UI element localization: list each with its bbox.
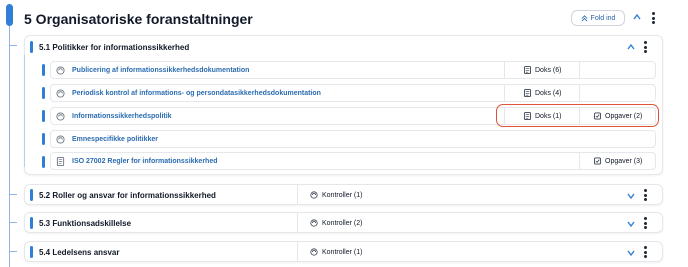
card-bar bbox=[30, 41, 33, 53]
divider bbox=[579, 85, 580, 101]
kontroller-badge[interactable]: Kontroller (1) bbox=[310, 191, 362, 199]
divider bbox=[579, 153, 580, 169]
task-check-icon bbox=[594, 157, 601, 165]
subsection-card-5-2[interactable]: 5.2 Roller og ansvar for informationssik… bbox=[24, 184, 663, 205]
chevron-up-icon[interactable] bbox=[632, 12, 642, 22]
divider bbox=[504, 62, 505, 78]
kontroller-badge[interactable]: Kontroller (1) bbox=[310, 248, 362, 256]
control-icon bbox=[56, 112, 65, 121]
more-menu-icon[interactable] bbox=[643, 41, 647, 53]
row-bar bbox=[42, 64, 45, 76]
control-icon bbox=[56, 135, 65, 144]
tree-tick bbox=[9, 251, 17, 252]
subsection-card-5-4[interactable]: 5.4 Ledelsens ansvar Kontroller (1) bbox=[24, 241, 663, 262]
divider bbox=[297, 242, 298, 261]
more-menu-icon[interactable] bbox=[643, 246, 647, 258]
subsection-title[interactable]: 5.4 Ledelsens ansvar bbox=[39, 248, 120, 257]
doks-label: Doks (4) bbox=[535, 89, 562, 97]
row-link[interactable]: Periodisk kontrol af informations- og pe… bbox=[72, 90, 321, 97]
card-bar bbox=[30, 246, 33, 258]
control-icon bbox=[56, 89, 65, 98]
chevron-down-icon[interactable] bbox=[626, 191, 636, 201]
fold-in-label: Fold ind bbox=[590, 14, 616, 22]
document-icon bbox=[524, 66, 531, 74]
divider bbox=[504, 85, 505, 101]
control-icon bbox=[56, 66, 65, 75]
row-bar bbox=[42, 110, 45, 122]
doks-badge[interactable]: Doks (6) bbox=[524, 66, 561, 74]
opgaver-label: Opgaver (3) bbox=[605, 157, 643, 165]
tree-tick bbox=[9, 194, 17, 195]
document-icon bbox=[56, 157, 65, 166]
section-rail bbox=[6, 4, 13, 26]
list-item: ISO 27002 Regler for informationssikkerh… bbox=[50, 152, 656, 170]
more-menu-icon[interactable] bbox=[643, 217, 647, 229]
row-link[interactable]: Informationssikkerhedspolitik bbox=[72, 113, 172, 120]
tree-tick bbox=[9, 222, 17, 223]
tree-line bbox=[9, 26, 10, 267]
more-menu-icon[interactable] bbox=[651, 12, 655, 24]
highlight-outline bbox=[496, 104, 659, 127]
divider bbox=[579, 62, 580, 78]
row-bar bbox=[42, 133, 45, 145]
row-link[interactable]: ISO 27002 Regler for informationssikkerh… bbox=[72, 158, 218, 165]
kontroller-label: Kontroller (2) bbox=[322, 219, 363, 227]
opgaver-badge[interactable]: Opgaver (3) bbox=[594, 157, 642, 165]
section-title: 5 Organisatoriske foranstaltninger bbox=[24, 11, 253, 27]
more-menu-icon[interactable] bbox=[643, 189, 647, 201]
chevron-down-icon[interactable] bbox=[626, 248, 636, 258]
tree-line bbox=[24, 55, 25, 167]
subsection-title[interactable]: 5.1 Politikker for informationssikkerhed bbox=[39, 43, 189, 52]
document-icon bbox=[524, 89, 531, 97]
fold-in-button[interactable]: Fold ind bbox=[571, 10, 625, 26]
chevron-down-icon[interactable] bbox=[626, 219, 636, 229]
row-link[interactable]: Publicering af informationssikkerhedsdok… bbox=[72, 67, 249, 74]
doks-badge[interactable]: Doks (4) bbox=[524, 89, 561, 97]
subsection-title[interactable]: 5.2 Roller og ansvar for informationssik… bbox=[39, 191, 216, 200]
card-bar bbox=[30, 217, 33, 229]
kontroller-label: Kontroller (1) bbox=[322, 191, 363, 199]
kontroller-label: Kontroller (1) bbox=[322, 248, 363, 256]
row-bar bbox=[42, 156, 45, 168]
divider bbox=[297, 185, 298, 204]
divider bbox=[297, 213, 298, 232]
tree-tick bbox=[9, 45, 17, 46]
list-item: Publicering af informationssikkerhedsdok… bbox=[50, 61, 656, 79]
subsection-card-5-3[interactable]: 5.3 Funktionsadskillelse Kontroller (2) bbox=[24, 212, 663, 233]
card-bar bbox=[30, 189, 33, 201]
control-icon bbox=[310, 248, 318, 256]
doks-label: Doks (6) bbox=[535, 66, 562, 74]
subsection-title[interactable]: 5.3 Funktionsadskillelse bbox=[39, 219, 131, 228]
collapse-icon bbox=[581, 14, 587, 21]
chevron-up-icon[interactable] bbox=[626, 42, 636, 52]
list-item: Emnespecifikke politikker bbox=[50, 130, 656, 148]
control-icon bbox=[310, 219, 318, 227]
kontroller-badge[interactable]: Kontroller (2) bbox=[310, 219, 362, 227]
list-item: Periodisk kontrol af informations- og pe… bbox=[50, 84, 656, 102]
row-bar bbox=[42, 87, 45, 99]
row-link[interactable]: Emnespecifikke politikker bbox=[72, 136, 158, 143]
control-icon bbox=[310, 191, 318, 199]
